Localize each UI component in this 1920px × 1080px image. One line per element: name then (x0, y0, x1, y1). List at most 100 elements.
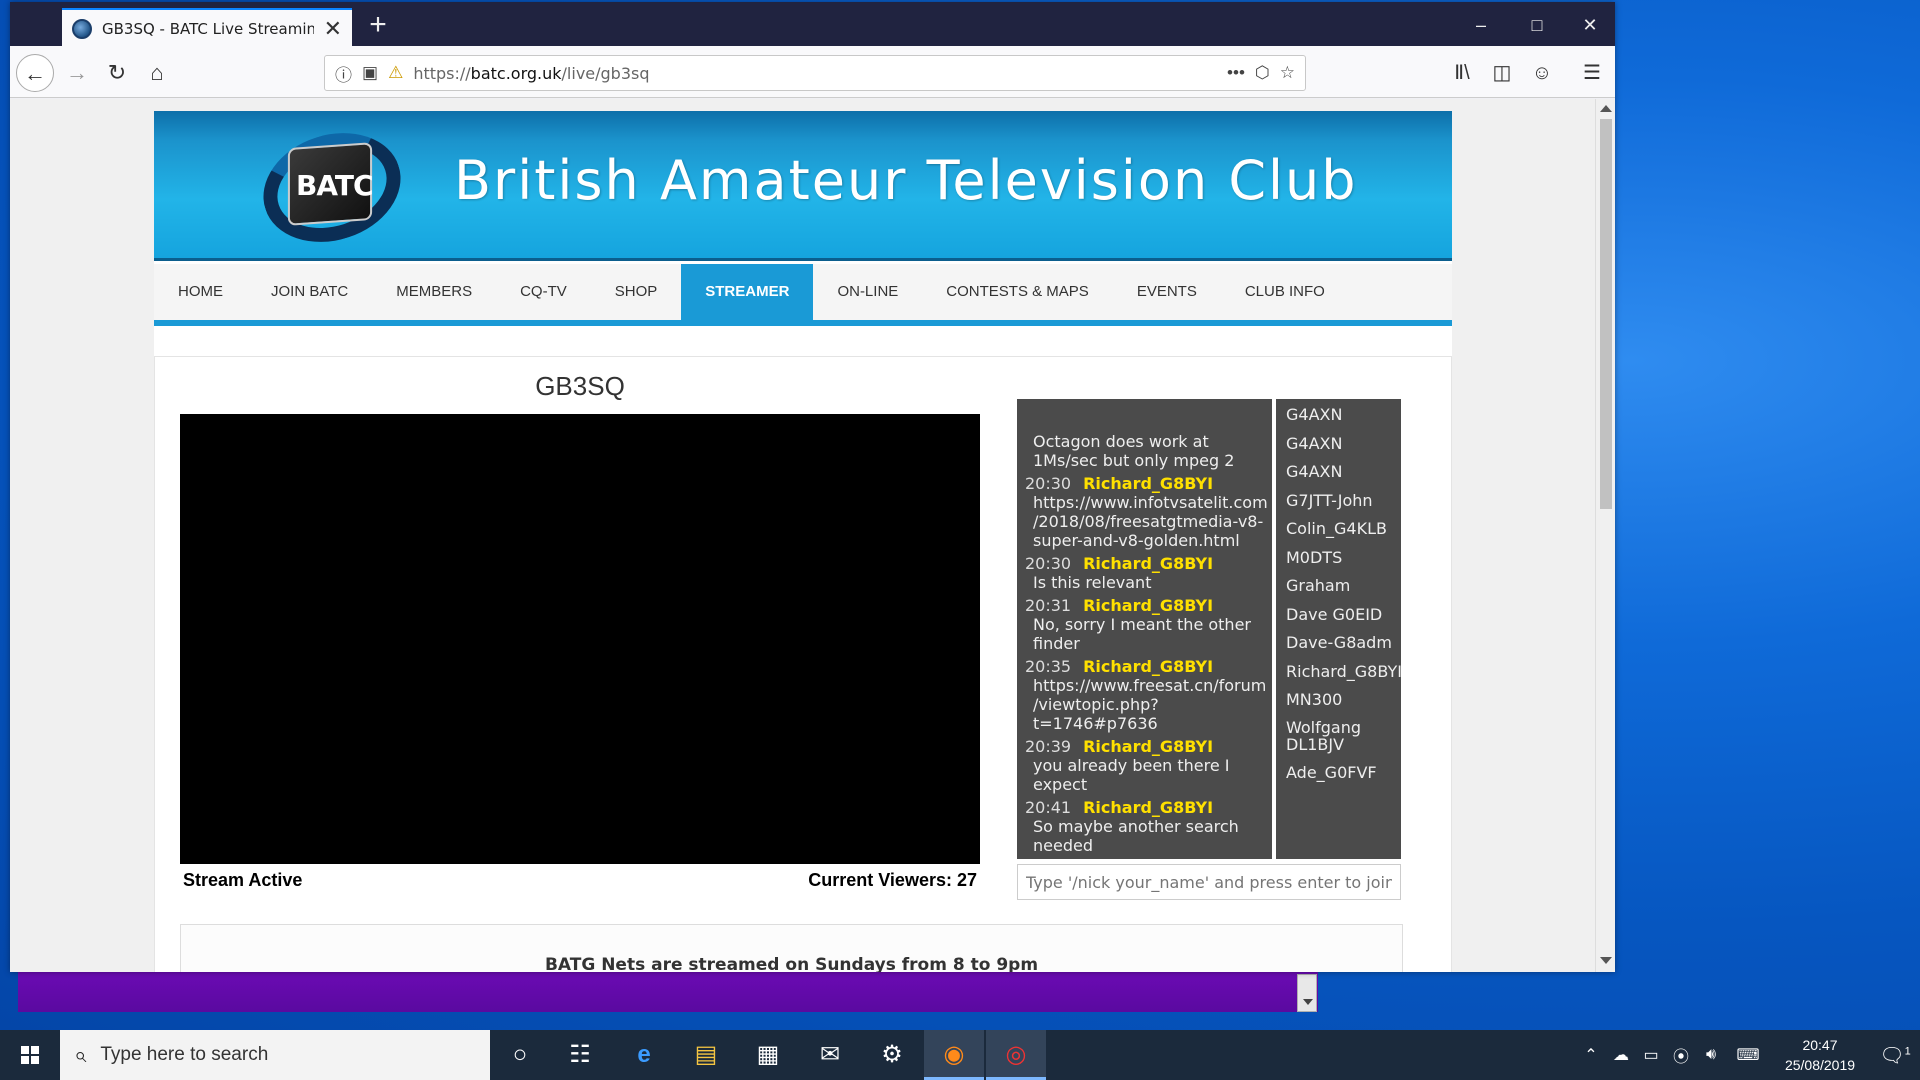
url-path: /live/gb3sq (561, 63, 650, 83)
chat-username: Richard_G8BYI (1083, 554, 1214, 573)
onedrive-cloud-icon[interactable]: ☁ (1606, 1045, 1636, 1065)
search-placeholder: Type here to search (100, 1044, 269, 1065)
scroll-up-arrow-icon[interactable] (1600, 105, 1612, 112)
show-hidden-icons-icon[interactable]: ⌃ (1576, 1045, 1606, 1065)
url-host: batc.org.uk (470, 63, 562, 83)
chat-input[interactable] (1017, 864, 1401, 900)
logo-text: BATC (296, 169, 373, 202)
close-window-button[interactable]: ✕ (1562, 8, 1618, 42)
chat-user: Dave G0EID (1286, 604, 1383, 624)
scroll-down-arrow-icon[interactable] (1600, 957, 1612, 964)
chat-text[interactable]: https://www.infotvsatelit.com/2018/08/fr… (1025, 493, 1270, 550)
new-tab-button[interactable]: + (360, 8, 396, 44)
account-icon[interactable]: ☺ (1525, 56, 1559, 90)
nav-members[interactable]: MEMBERS (372, 264, 496, 320)
mail-icon[interactable]: ✉ (800, 1030, 860, 1080)
edge-icon[interactable]: e (614, 1030, 674, 1080)
volume-icon[interactable]: 🔊︎ (1696, 1046, 1726, 1064)
back-button[interactable]: ← (16, 54, 54, 92)
reload-button[interactable]: ↻ (98, 54, 136, 92)
browser-window: GB3SQ - BATC Live Streaming ✕ + – □ ✕ ← … (10, 2, 1615, 972)
taskbar-search[interactable]: ⌕ Type here to search (60, 1030, 490, 1080)
chat-user: Graham (1286, 576, 1351, 595)
settings-gear-icon[interactable]: ⚙ (862, 1030, 922, 1080)
chat-users-panel: G4AXN G4AXN G4AXN G7JTT-John Colin_G4KLB… (1276, 399, 1401, 859)
chat-user: M0DTS (1286, 547, 1343, 567)
batc-logo[interactable]: BATC (249, 115, 415, 260)
nav-on-line[interactable]: ON-LINE (813, 264, 922, 320)
chat-user: G4AXN (1286, 405, 1343, 424)
task-view-icon[interactable]: ☷ (550, 1030, 610, 1080)
page-viewport: BATC British Amateur Television Club HOM… (10, 99, 1595, 972)
start-button[interactable] (0, 1030, 60, 1080)
stream-content-panel: GB3SQ Stream Active Current Viewers: 27 … (154, 356, 1452, 972)
page-scrollbar[interactable] (1595, 99, 1615, 972)
windows-logo-icon (21, 1046, 39, 1064)
chat-text[interactable]: https://www.freesat.cn/forum/viewtopic.p… (1025, 676, 1270, 733)
nav-home[interactable]: HOME (154, 264, 247, 320)
nav-events[interactable]: EVENTS (1113, 264, 1221, 320)
sidebar-icon[interactable]: ◫ (1485, 56, 1519, 90)
nav-join-batc[interactable]: JOIN BATC (247, 264, 372, 320)
page-actions-icon[interactable]: ••• (1227, 63, 1245, 83)
library-icon[interactable]: Ⅱ\ (1445, 56, 1479, 90)
permissions-icon[interactable]: ▣ (362, 63, 378, 83)
maximize-button[interactable]: □ (1509, 8, 1565, 42)
navigation-toolbar: ← → ↻ ⌂ ⓘ ▣ ⚠ https://batc.org.uk/live/g… (10, 46, 1615, 98)
video-player[interactable] (180, 414, 980, 864)
chrome-icon[interactable]: ◎ (986, 1030, 1046, 1080)
cortana-icon[interactable]: ○ (490, 1030, 550, 1080)
pocket-icon[interactable]: ⬡ (1255, 63, 1270, 83)
chat-message: 20:39 Richard_G8BYI you already been ther… (1025, 737, 1270, 794)
firefox-icon[interactable]: ◉ (924, 1030, 984, 1080)
chat-message: 20:30 Richard_G8BYI https://www.infotvsat… (1025, 474, 1270, 550)
chat-text: Is this relevant (1033, 573, 1152, 592)
chat-user: G7JTT-John (1286, 490, 1373, 510)
url-bar[interactable]: ⓘ ▣ ⚠ https://batc.org.uk/live/gb3sq •••… (324, 55, 1306, 91)
url-text[interactable]: https://batc.org.uk/live/gb3sq (413, 64, 1217, 83)
nav-club-info[interactable]: CLUB INFO (1221, 264, 1349, 320)
chat-user: G4AXN (1286, 433, 1343, 453)
chat-user: Dave-G8adm (1286, 633, 1392, 652)
nav-cq-tv[interactable]: CQ-TV (496, 264, 591, 320)
chat-partial-message: Octagon does work at 1Ms/sec but only mp… (1033, 432, 1235, 470)
chat-time: 20:30 (1025, 474, 1072, 493)
page-container: BATC British Amateur Television Club HOM… (154, 111, 1452, 972)
chat-time: 20:39 (1025, 737, 1072, 756)
chat-messages-panel[interactable]: Octagon does work at 1Ms/sec but only mp… (1017, 399, 1272, 859)
battery-icon[interactable]: ▭ (1636, 1045, 1666, 1065)
tab-title: GB3SQ - BATC Live Streaming (102, 20, 314, 38)
background-window-scrollbar[interactable] (1297, 974, 1317, 1012)
nav-shop[interactable]: SHOP (591, 264, 682, 320)
bookmark-star-icon[interactable]: ☆ (1280, 63, 1295, 83)
site-title: British Amateur Television Club (454, 149, 1358, 212)
scroll-thumb[interactable] (1600, 119, 1612, 509)
info-icon[interactable]: ⓘ (335, 61, 352, 86)
chat-user: G4AXN (1286, 462, 1343, 481)
clock[interactable]: 20:47 25/08/2019 (1770, 1035, 1870, 1075)
lock-warning-icon[interactable]: ⚠ (388, 63, 403, 83)
nav-contests-maps[interactable]: CONTESTS & MAPS (922, 264, 1113, 320)
chat-time: 20:30 (1025, 554, 1072, 573)
browser-tab[interactable]: GB3SQ - BATC Live Streaming ✕ (62, 8, 352, 48)
chat-user: Ade_G0FVF (1286, 762, 1377, 782)
chat-text: you already been there I expect (1033, 756, 1230, 794)
tab-close-icon[interactable]: ✕ (324, 16, 342, 42)
taskbar: ⌕ Type here to search ○ ☷ e ▤ ▦ ✉ ⚙ ◉ ◎ … (0, 1030, 1920, 1080)
site-banner: BATC British Amateur Television Club (154, 111, 1452, 261)
chat-user: Colin_G4KLB (1286, 519, 1387, 538)
wifi-icon[interactable]: ⦿ (1666, 1043, 1696, 1067)
store-icon[interactable]: ▦ (738, 1030, 798, 1080)
menu-icon[interactable]: ☰ (1575, 56, 1609, 90)
forward-button[interactable]: → (58, 54, 96, 92)
viewer-count: Current Viewers: 27 (808, 870, 977, 890)
keyboard-icon[interactable]: ⌨ (1726, 1045, 1770, 1065)
home-button[interactable]: ⌂ (138, 54, 176, 92)
nav-streamer[interactable]: STREAMER (681, 264, 814, 320)
notification-center-icon[interactable]: 🗨︎1 (1870, 1043, 1920, 1068)
chat-username: Richard_G8BYI (1083, 657, 1214, 676)
chat-message: 20:41 Richard_G8BYI So maybe another sear… (1025, 798, 1270, 855)
minimize-button[interactable]: – (1453, 8, 1509, 42)
file-explorer-icon[interactable]: ▤ (676, 1030, 736, 1080)
stream-status: Stream Active (183, 870, 303, 890)
